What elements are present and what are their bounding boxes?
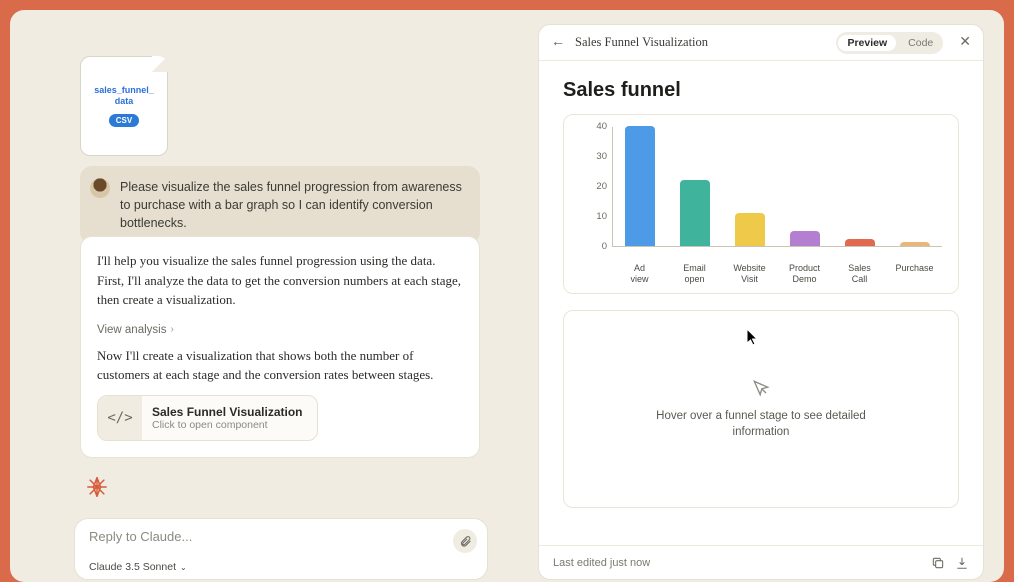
chevron-down-icon: ⌄ (180, 563, 187, 572)
tab-preview[interactable]: Preview (838, 35, 896, 51)
preview-code-toggle: Preview Code (836, 32, 943, 54)
artifact-subtitle: Click to open component (152, 419, 303, 431)
x-tick-label: Purchase (887, 263, 942, 285)
y-tick-label: 0 (585, 241, 607, 252)
view-analysis-link[interactable]: View analysis › (97, 324, 174, 336)
copy-icon[interactable] (931, 556, 945, 570)
artifact-chip[interactable]: </> Sales Funnel Visualization Click to … (97, 395, 318, 441)
bar[interactable] (735, 213, 765, 246)
chart-card: 010203040 AdviewEmailopenWebsiteVisitPro… (563, 114, 959, 294)
x-tick-label: Emailopen (667, 263, 722, 285)
panel-header: ← Sales Funnel Visualization Preview Cod… (539, 25, 983, 61)
panel-body: Sales funnel 010203040 AdviewEmailopenWe… (539, 61, 983, 545)
chevron-right-icon: › (170, 324, 173, 335)
model-selector[interactable]: Claude 3.5 Sonnet ⌄ (89, 561, 187, 573)
last-edited-text: Last edited just now (553, 557, 921, 569)
x-axis-labels: AdviewEmailopenWebsiteVisitProductDemoSa… (612, 263, 942, 285)
chart-heading: Sales funnel (563, 79, 959, 102)
file-type-badge: CSV (109, 114, 139, 127)
x-tick-label: ProductDemo (777, 263, 832, 285)
view-analysis-label: View analysis (97, 324, 166, 336)
tab-code[interactable]: Code (898, 34, 943, 52)
user-message-text: Please visualize the sales funnel progre… (120, 178, 466, 232)
reply-placeholder: Reply to Claude... (89, 529, 473, 544)
panel-title: Sales Funnel Visualization (575, 35, 826, 50)
assistant-message-card: I'll help you visualize the sales funnel… (80, 236, 480, 458)
pointer-icon (751, 378, 771, 398)
y-tick-label: 20 (585, 181, 607, 192)
user-avatar (90, 178, 110, 198)
file-attachment-card[interactable]: sales_funnel_ data CSV (80, 56, 168, 156)
attach-button[interactable] (453, 529, 477, 553)
code-icon: </> (98, 396, 142, 440)
close-icon[interactable]: ✕ (959, 34, 971, 51)
claude-logo-icon (86, 476, 108, 498)
back-arrow-icon[interactable]: ← (551, 35, 565, 51)
x-tick-label: Adview (612, 263, 667, 285)
hover-hint-text: Hover over a funnel stage to see detaile… (651, 408, 871, 440)
model-name: Claude 3.5 Sonnet (89, 561, 176, 573)
assistant-paragraph-2: Now I'll create a visualization that sho… (97, 346, 463, 385)
x-tick-label: SalesCall (832, 263, 887, 285)
artifact-title: Sales Funnel Visualization (152, 405, 303, 419)
panel-footer: Last edited just now (539, 545, 983, 579)
y-tick-label: 30 (585, 151, 607, 162)
y-tick-label: 40 (585, 121, 607, 132)
paperclip-icon (459, 535, 472, 548)
user-message-bubble: Please visualize the sales funnel progre… (80, 166, 480, 244)
assistant-paragraph-1: I'll help you visualize the sales funnel… (97, 251, 463, 310)
file-fold-decoration (152, 56, 168, 72)
bar[interactable] (845, 239, 875, 247)
bar[interactable] (625, 126, 655, 246)
bar[interactable] (900, 242, 930, 247)
bar[interactable] (790, 231, 820, 246)
bar-chart-plot[interactable]: 010203040 (612, 127, 942, 247)
x-tick-label: WebsiteVisit (722, 263, 777, 285)
download-icon[interactable] (955, 556, 969, 570)
reply-input-container[interactable]: Reply to Claude... Claude 3.5 Sonnet ⌄ (74, 518, 488, 580)
hover-detail-card: Hover over a funnel stage to see detaile… (563, 310, 959, 508)
file-name: sales_funnel_ data (81, 85, 167, 107)
bar[interactable] (680, 180, 710, 246)
artifact-preview-panel: ← Sales Funnel Visualization Preview Cod… (538, 24, 984, 580)
y-tick-label: 10 (585, 211, 607, 222)
